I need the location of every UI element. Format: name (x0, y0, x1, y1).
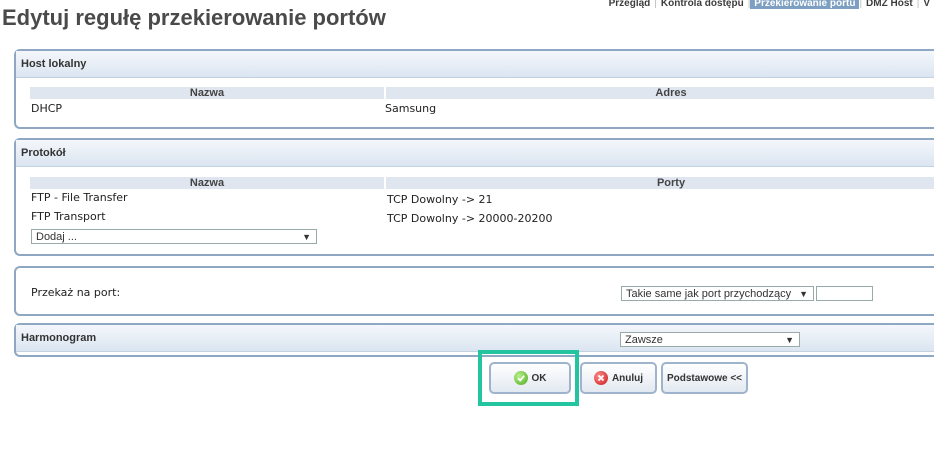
add-protocol-select[interactable]: Dodaj ... ▼ (31, 229, 317, 244)
nav-access-control[interactable]: Kontrola dostępu (657, 0, 748, 9)
forward-port-input[interactable] (816, 286, 873, 301)
forward-port-select-value: Takie same jak port przychodzący (626, 288, 792, 300)
protocol-name-2: FTP Transport (31, 210, 106, 223)
local-host-panel: Host lokalny Nazwa Adres DHCP Samsung (14, 49, 934, 129)
schedule-select[interactable]: Zawsze ▼ (620, 332, 800, 347)
basic-view-button-label: Podstawowe << (666, 372, 743, 384)
ok-button-highlight (478, 350, 579, 406)
host-name-value: DHCP (31, 102, 63, 115)
column-header-name: Nazwa (30, 177, 384, 189)
close-icon (593, 371, 608, 385)
protocol-ports-2: TCP Dowolny -> 20000-20200 (387, 212, 553, 225)
column-header-name: Nazwa (30, 87, 384, 99)
protocol-panel: Protokół Nazwa Porty FTP - File Transfer… (14, 138, 934, 256)
forward-port-select[interactable]: Takie same jak port przychodzący ▼ (621, 286, 814, 301)
local-host-title: Host lokalny (16, 51, 934, 78)
schedule-panel: Harmonogram Zawsze ▼ (14, 323, 934, 357)
protocol-ports-1: TCP Dowolny -> 21 (387, 193, 493, 206)
cancel-button[interactable]: Anuluj (580, 362, 657, 394)
protocol-title: Protokół (16, 140, 934, 167)
top-navigation: Przegląd | Kontrola dostępu | Przekierow… (605, 0, 934, 10)
nav-dmz-host[interactable]: DMZ Host (862, 0, 917, 9)
forward-port-label: Przekaż na port: (31, 286, 121, 299)
host-address-value: Samsung (385, 102, 437, 115)
protocol-name-1: FTP - File Transfer (31, 191, 128, 204)
column-header-ports: Porty (386, 177, 934, 189)
chevron-down-icon: ▼ (302, 232, 311, 242)
page-title: Edytuj regułę przekierowanie portów (2, 5, 386, 30)
forward-port-panel: Przekaż na port: Takie same jak port prz… (14, 266, 934, 316)
column-header-address: Adres (386, 87, 934, 99)
chevron-down-icon: ▼ (785, 335, 794, 345)
add-protocol-select-value: Dodaj ... (36, 231, 77, 243)
nav-more[interactable]: V (919, 0, 934, 9)
nav-port-forwarding[interactable]: Przekierowanie portu (750, 0, 860, 9)
basic-view-button[interactable]: Podstawowe << (661, 362, 748, 394)
nav-overview[interactable]: Przegląd (605, 0, 655, 9)
chevron-down-icon: ▼ (799, 289, 808, 299)
schedule-select-value: Zawsze (625, 334, 663, 346)
cancel-button-label: Anuluj (611, 372, 644, 384)
